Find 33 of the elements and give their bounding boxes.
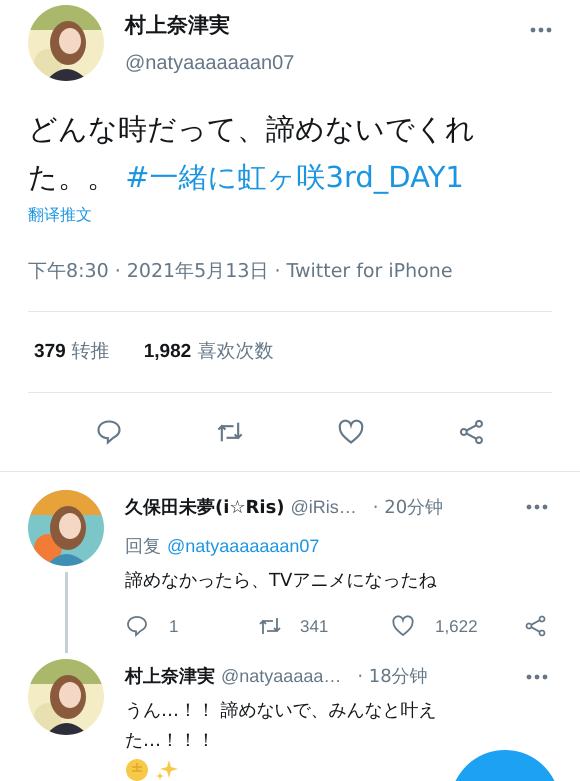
- stat-count[interactable]: 379: [34, 338, 66, 366]
- like-count: 1,622: [435, 616, 478, 638]
- tweet-timestamp: 下午8:30 · 2021年5月13日 · Twitter for iPhone: [28, 259, 453, 284]
- reply-icon[interactable]: [125, 614, 149, 638]
- reply-author-name[interactable]: 村上奈津実: [125, 663, 215, 690]
- stat-label[interactable]: 喜欢次数: [197, 336, 274, 366]
- reply-count: 1: [169, 616, 178, 638]
- share-icon[interactable]: [458, 418, 486, 446]
- reply-time: · 20分钟: [372, 496, 444, 520]
- more-icon[interactable]: [530, 27, 552, 33]
- reply-text: 諦めなかったら、TVアニメになったね: [125, 568, 438, 592]
- stat-count[interactable]: 1,982: [144, 338, 192, 366]
- reply-time: · 18分钟: [357, 665, 428, 689]
- reply-text: うん…！！ 諦めないで、みんなと叶えた…！！！: [125, 699, 438, 753]
- more-icon[interactable]: [526, 674, 548, 680]
- reply-author-handle[interactable]: @iRis…: [290, 494, 357, 520]
- share-icon[interactable]: [524, 614, 548, 638]
- mention-link[interactable]: @natyaaaaaaan07: [167, 532, 320, 560]
- replying-label: 回复: [125, 534, 161, 558]
- sparkles-emoji-icon: [155, 758, 179, 781]
- reply-author-handle[interactable]: @natyaaaaa…: [221, 663, 342, 690]
- author-handle[interactable]: @natyaaaaaaan07: [125, 48, 294, 78]
- more-icon[interactable]: [526, 504, 548, 510]
- translate-link[interactable]: 翻译推文: [28, 203, 92, 227]
- heart-icon[interactable]: [391, 614, 415, 638]
- hashtag-link[interactable]: #一緒に虹ヶ咲3rd_DAY1: [125, 160, 464, 194]
- reply-author-name[interactable]: 久保田未夢(i☆Ris): [125, 494, 285, 520]
- tweet-text: どんな時だって、諦めないでくれた。。 #一緒に虹ヶ咲3rd_DAY1: [28, 111, 476, 196]
- reply-icon[interactable]: [94, 418, 122, 446]
- heart-icon[interactable]: [336, 418, 364, 446]
- retweet-count: 341: [300, 616, 328, 638]
- author-name[interactable]: 村上奈津実: [125, 10, 230, 42]
- stat-label[interactable]: 转推: [72, 336, 110, 366]
